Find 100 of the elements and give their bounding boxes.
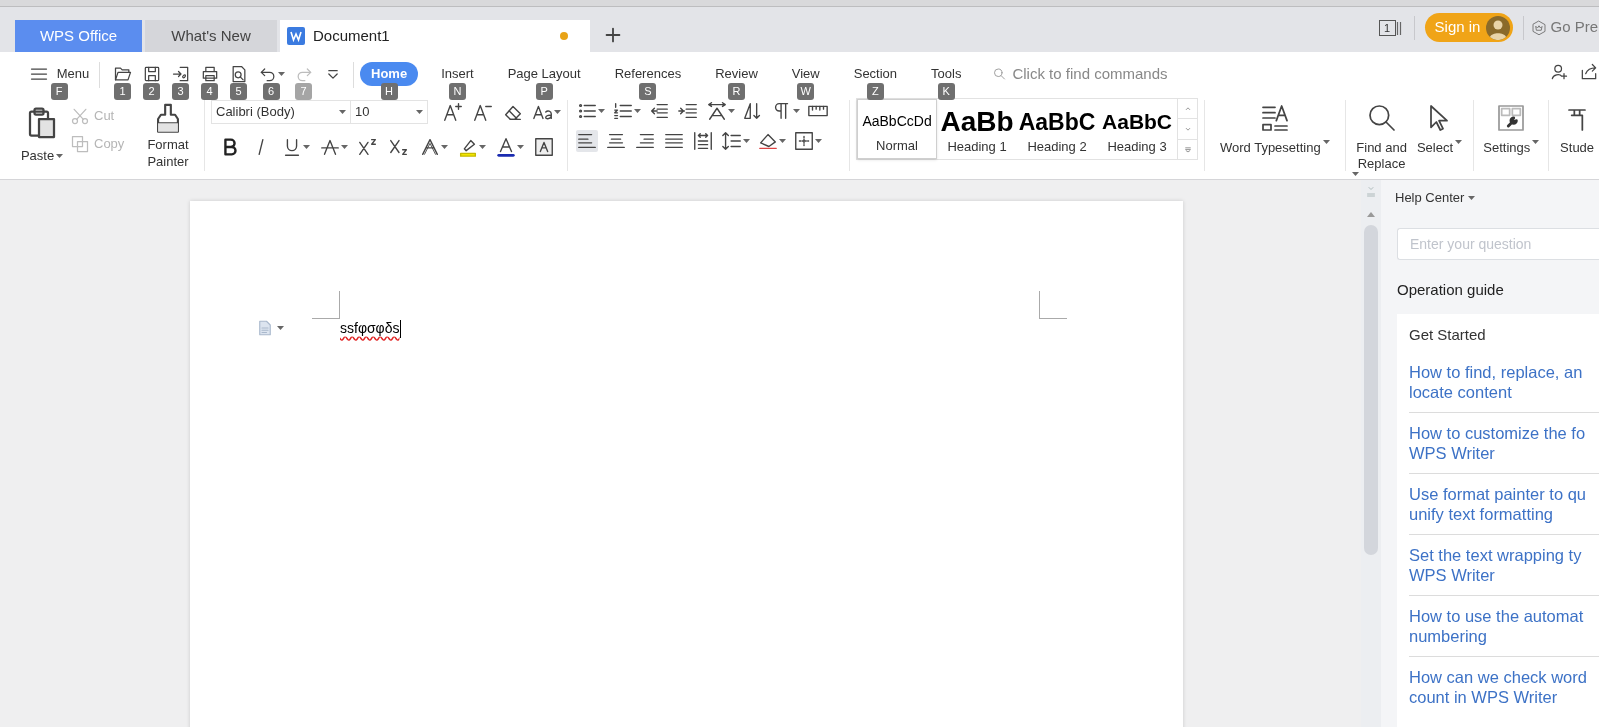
caret-icon[interactable] [815, 139, 822, 143]
caret-icon[interactable] [56, 153, 64, 158]
caret-icon[interactable] [303, 145, 310, 149]
key-tip: W [797, 83, 815, 100]
style-preset[interactable]: AaBb Heading 1 [937, 99, 1018, 159]
caret-icon[interactable] [479, 145, 486, 149]
character-border-icon[interactable] [533, 136, 555, 158]
caret-icon[interactable] [341, 145, 348, 149]
caret-icon[interactable] [1468, 195, 1476, 200]
ribbon-tab[interactable]: View [780, 62, 831, 86]
margin-corner-mark [312, 291, 340, 319]
ribbon-tab[interactable]: References [603, 62, 693, 86]
font-name-field[interactable]: Calibri (Body) [211, 100, 352, 124]
stack-lines-icon [1395, 19, 1402, 36]
key-tip: N [448, 83, 466, 100]
caret-icon[interactable] [277, 326, 284, 330]
caret-icon[interactable] [793, 109, 800, 113]
caret-icon[interactable] [1351, 172, 1359, 176]
group-heading: Get Started [1409, 324, 1487, 345]
numbered-list-icon[interactable] [612, 100, 634, 122]
style-preset[interactable]: AaBbC Heading 3 [1097, 99, 1178, 159]
ribbon-tab[interactable]: Insert [430, 62, 485, 86]
key-tip: 6 [262, 83, 280, 100]
help-article-link[interactable]: How to use the automat numbering [1409, 606, 1599, 657]
tool-button[interactable]: Word Typesetting [1211, 100, 1339, 156]
caret-icon[interactable] [416, 110, 423, 114]
superscript-icon[interactable] [357, 136, 379, 158]
section-heading: Operation guide [1397, 280, 1505, 300]
line-spacing-icon[interactable] [721, 130, 743, 152]
question-input[interactable]: Enter your question [1397, 227, 1599, 260]
caret-icon[interactable] [728, 109, 735, 113]
key-tip: 5 [230, 83, 247, 100]
menu-button[interactable]: Menu [28, 62, 90, 86]
tab[interactable]: Document1 [280, 20, 590, 52]
text-cursor [400, 319, 402, 338]
help-article-link[interactable]: How to customize the fo WPS Writer [1409, 423, 1599, 474]
key-tip: 7 [295, 83, 312, 100]
command-search-field[interactable]: Click to find commands [992, 62, 1203, 86]
tool-button[interactable]: Find and Replace [1351, 100, 1412, 176]
copy-icon [70, 134, 90, 154]
text-effect-icon[interactable] [419, 136, 441, 158]
key-tip: 3 [172, 83, 189, 100]
tool-button[interactable]: Select [1411, 100, 1468, 156]
window-count[interactable]: 1 [1378, 19, 1396, 36]
caret-icon[interactable] [1455, 140, 1463, 144]
caret-icon[interactable] [517, 145, 524, 149]
font-size-field[interactable]: 10 [351, 100, 428, 124]
help-center-dropdown[interactable]: Help Center [1395, 188, 1476, 208]
caret-icon[interactable] [441, 145, 448, 149]
distribute-icon[interactable] [692, 130, 714, 152]
caret-icon[interactable] [1322, 140, 1330, 144]
scissors-icon [70, 106, 90, 126]
key-tip: 4 [201, 83, 218, 100]
ribbon-tab[interactable]: Section [842, 62, 909, 86]
search-icon [992, 66, 1008, 82]
key-tip: R [727, 83, 745, 100]
crown-icon [1530, 18, 1549, 37]
ribbon-tab[interactable]: Page Layout [496, 62, 592, 86]
document-text: ssfφσφδs [340, 319, 400, 338]
paste-button[interactable]: Paste [20, 100, 64, 170]
caret-icon[interactable] [554, 110, 561, 114]
tab[interactable]: What's New [145, 20, 277, 52]
key-tip: P [535, 83, 553, 100]
export-icon[interactable] [170, 64, 191, 84]
caret-icon[interactable] [339, 110, 347, 114]
caret-icon[interactable] [598, 109, 605, 113]
grow-font-icon[interactable] [442, 101, 464, 123]
key-tip: F [50, 83, 68, 100]
document-icon [287, 27, 305, 45]
premium-link[interactable]: Go Pre [1550, 16, 1599, 39]
ribbon-tab[interactable]: Review [704, 62, 769, 86]
add-user-icon[interactable] [1549, 62, 1569, 82]
caret-icon[interactable] [634, 109, 641, 113]
help-article-link[interactable]: How to find, replace, an locate content [1409, 362, 1599, 413]
ribbon-tab[interactable]: Tools [920, 62, 973, 86]
font-color-icon[interactable] [495, 136, 517, 158]
key-tip: 1 [114, 83, 131, 100]
style-preset[interactable]: AaBbC Heading 2 [1017, 99, 1098, 159]
format-painter-button[interactable]: Format Painter [142, 100, 194, 170]
scrollbar-thumb[interactable] [1364, 225, 1378, 555]
help-article-link[interactable]: Set the text wrapping ty WPS Writer [1409, 545, 1599, 596]
tool-button[interactable]: Stude [1555, 100, 1599, 156]
caret-icon[interactable] [277, 72, 285, 76]
key-tip: 2 [143, 83, 160, 100]
share-icon[interactable] [1579, 62, 1599, 82]
paragraph-handle-icon[interactable] [256, 319, 274, 337]
caret-icon[interactable] [743, 139, 750, 143]
tool-button[interactable]: Settings [1480, 100, 1543, 156]
chinese-layout-icon[interactable] [706, 100, 728, 122]
caret-icon[interactable] [1532, 140, 1540, 144]
caret-icon[interactable] [779, 139, 786, 143]
margin-corner-mark [1039, 291, 1067, 319]
key-tip: H [380, 83, 398, 100]
help-article-link[interactable]: How can we check word count in WPS Writer [1409, 667, 1599, 717]
borders-icon[interactable] [793, 130, 815, 152]
help-article-link[interactable]: Use format painter to qu unify text formatting [1409, 484, 1599, 535]
key-tip: K [937, 83, 955, 100]
avatar-icon [1486, 15, 1511, 40]
key-tip: Z [866, 83, 884, 100]
style-preset[interactable]: AaBbCcDd Normal [857, 99, 938, 159]
